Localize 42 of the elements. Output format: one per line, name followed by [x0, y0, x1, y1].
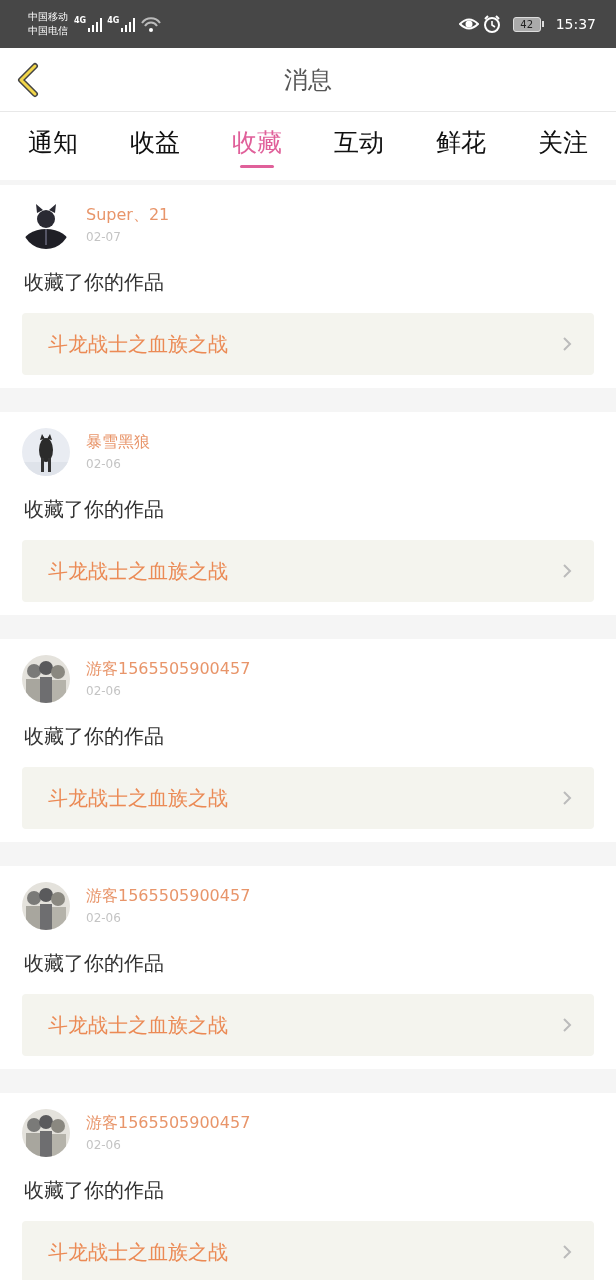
work-link[interactable]: 斗龙战士之血族之战 [22, 540, 594, 602]
carrier-name: 中国电信 [28, 24, 68, 38]
chevron-right-icon [562, 1017, 572, 1033]
tab[interactable]: 通知 [22, 112, 84, 180]
message-text: 收藏了你的作品 [23, 950, 165, 977]
signal-icon [87, 16, 104, 32]
carrier-name: 中国移动 [28, 10, 68, 24]
user-name: 游客1565505900457 [86, 1114, 251, 1132]
message-text: 收藏了你的作品 [23, 269, 165, 296]
message-date: 02-07 [86, 230, 122, 244]
network-type: 4G [74, 16, 87, 25]
message-date: 02-06 [86, 911, 122, 925]
work-link[interactable]: 斗龙战士之血族之战 [22, 994, 594, 1056]
tab[interactable]: 互动 [328, 112, 390, 180]
chevron-right-icon [562, 336, 572, 352]
tab[interactable]: 鲜花 [430, 112, 492, 180]
message-text: 收藏了你的作品 [23, 723, 165, 750]
alarm-icon [482, 15, 501, 33]
chevron-right-icon [562, 1244, 572, 1260]
message-text: 收藏了你的作品 [23, 496, 165, 523]
tab[interactable]: 关注 [532, 112, 594, 180]
user-name: 暴雪黑狼 [86, 433, 150, 451]
work-link[interactable]: 斗龙战士之血族之战 [22, 313, 594, 375]
message-text: 收藏了你的作品 [23, 1177, 165, 1204]
signal-icon [120, 16, 137, 32]
clock-time: 15:37 [555, 16, 596, 32]
battery-icon: 42 [512, 16, 544, 32]
work-link[interactable]: 斗龙战士之血族之战 [22, 767, 594, 829]
user-name: Super、21 [86, 206, 170, 224]
network-type: 4G [107, 16, 120, 25]
user-name: 游客1565505900457 [86, 887, 251, 905]
wifi-icon [140, 15, 163, 33]
page-title: 消息 [284, 64, 332, 96]
user-name: 游客1565505900457 [86, 660, 251, 678]
message-date: 02-06 [86, 684, 122, 698]
tab[interactable]: 收益 [124, 112, 186, 180]
chevron-right-icon [562, 790, 572, 806]
chevron-right-icon [562, 563, 572, 579]
tab[interactable]: 收藏 [226, 112, 288, 180]
work-link[interactable]: 斗龙战士之血族之战 [22, 1221, 594, 1280]
message-date: 02-06 [86, 1138, 122, 1152]
message-date: 02-06 [86, 457, 122, 471]
